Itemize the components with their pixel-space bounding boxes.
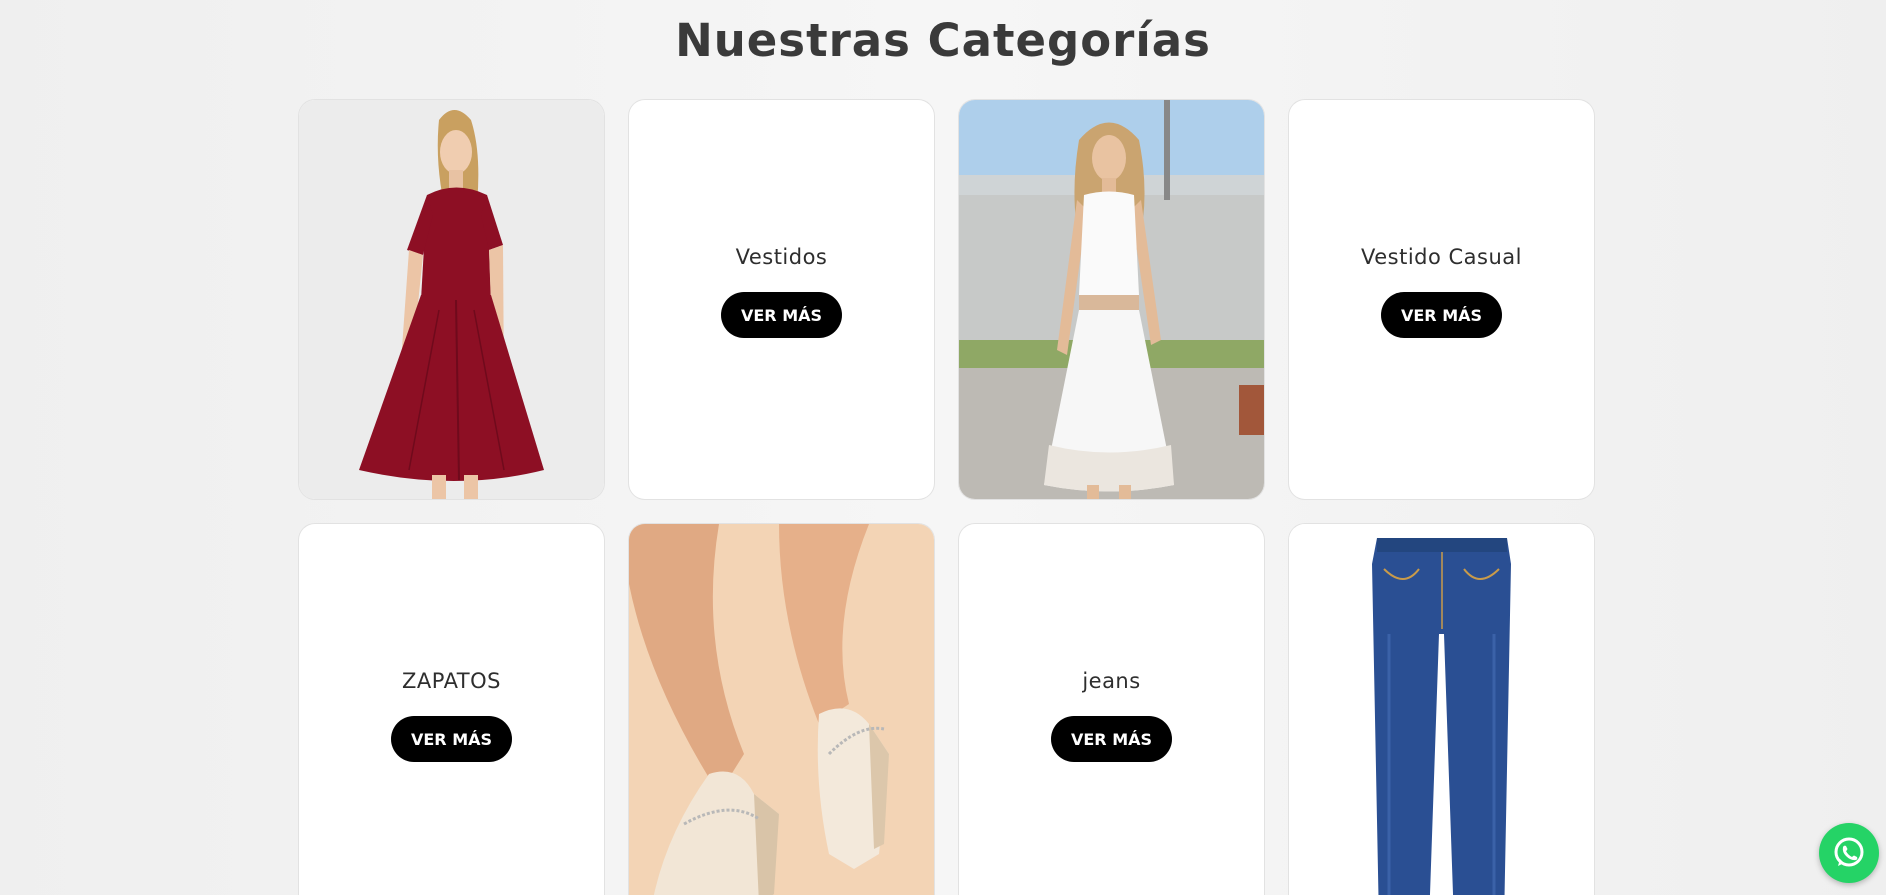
- blue-jeans-photo: [1289, 524, 1594, 895]
- category-name: ZAPATOS: [402, 669, 501, 693]
- category-name: Vestidos: [735, 245, 828, 269]
- ver-mas-button[interactable]: VER MÁS: [720, 292, 843, 338]
- section-title: Nuestras Categorías: [675, 14, 1211, 67]
- category-card-jeans: jeans VER MÁS: [959, 524, 1264, 895]
- category-image-shoes[interactable]: [629, 524, 934, 895]
- category-grid: Vestidos VER MÁS Vestido Casual VER MÁS …: [299, 100, 1594, 895]
- category-image-jeans[interactable]: [1289, 524, 1594, 895]
- page: Nuestras Categorías Vestidos VER MÁS Ves…: [0, 0, 1886, 895]
- category-name: jeans: [1082, 669, 1141, 693]
- category-card-vestidos: Vestidos VER MÁS: [629, 100, 934, 499]
- category-image-white-dress[interactable]: [959, 100, 1264, 499]
- category-name: Vestido Casual: [1360, 245, 1522, 269]
- category-card-vestido-casual: Vestido Casual VER MÁS: [1289, 100, 1594, 499]
- red-dress-photo: [299, 100, 604, 499]
- category-card-zapatos: ZAPATOS VER MÁS: [299, 524, 604, 895]
- category-image-red-dress[interactable]: [299, 100, 604, 499]
- beige-shoes-photo: [629, 524, 934, 895]
- ver-mas-button[interactable]: VER MÁS: [1050, 716, 1173, 762]
- ver-mas-button[interactable]: VER MÁS: [1380, 292, 1503, 338]
- whatsapp-icon: [1834, 837, 1864, 867]
- white-dress-photo: [959, 100, 1264, 499]
- whatsapp-button[interactable]: [1819, 823, 1879, 883]
- ver-mas-button[interactable]: VER MÁS: [390, 716, 513, 762]
